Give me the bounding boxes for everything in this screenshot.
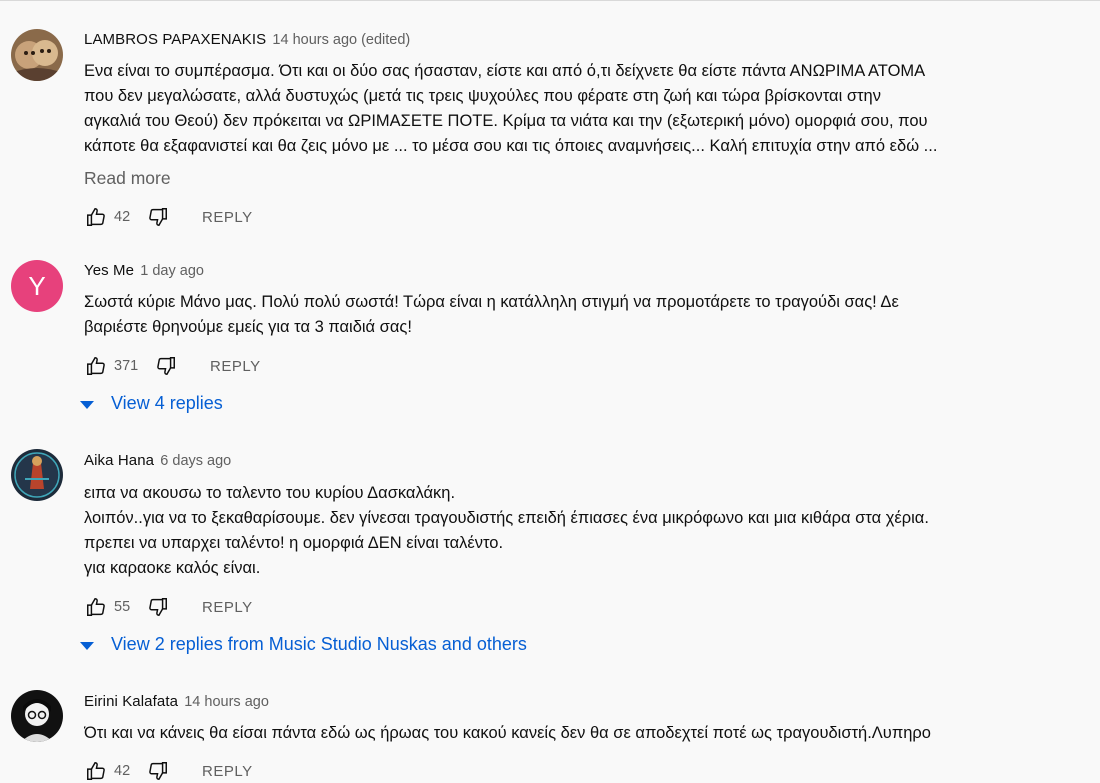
view-replies-button[interactable]: View 2 replies from Music Studio Nuskas … bbox=[80, 634, 527, 655]
like-count: 371 bbox=[114, 358, 139, 374]
comment-text: Ότι και να κάνεις θα είσαι πάντα εδώ ως … bbox=[84, 724, 931, 742]
thumbs-up-icon[interactable] bbox=[84, 205, 108, 229]
avatar[interactable] bbox=[11, 449, 63, 501]
comment-timestamp[interactable]: 1 day ago bbox=[140, 263, 204, 279]
thumbs-up-icon[interactable] bbox=[84, 595, 108, 619]
comment-timestamp[interactable]: 14 hours ago bbox=[184, 694, 269, 710]
avatar-letter: Y bbox=[28, 270, 46, 301]
thumbs-up-icon[interactable] bbox=[84, 354, 108, 378]
avatar[interactable] bbox=[11, 690, 63, 742]
comment-actions: 42 REPLY bbox=[84, 759, 253, 783]
thumbs-down-icon[interactable] bbox=[154, 354, 178, 378]
reply-button[interactable]: REPLY bbox=[202, 599, 253, 616]
thumbs-down-icon[interactable] bbox=[146, 595, 170, 619]
comment-author[interactable]: LAMBROS PAPAXENAKIS bbox=[84, 31, 266, 48]
comment-timestamp[interactable]: 14 hours ago (edited) bbox=[272, 32, 410, 48]
caret-down-icon bbox=[80, 641, 94, 650]
comment-text: ειπα να ακουσω το ταλεντο του κυρίου Δασ… bbox=[84, 484, 929, 577]
thumbs-down-icon[interactable] bbox=[146, 759, 170, 783]
thumbs-up-icon[interactable] bbox=[84, 759, 108, 783]
comment-author[interactable]: Yes Me bbox=[84, 262, 134, 279]
thumbs-down-icon[interactable] bbox=[146, 205, 170, 229]
comment-actions: 371 REPLY bbox=[84, 354, 261, 378]
view-replies-button[interactable]: View 4 replies bbox=[80, 393, 223, 414]
view-replies-label: View 4 replies bbox=[111, 393, 223, 413]
comment-actions: 42 REPLY bbox=[84, 205, 253, 229]
comment-text: Σωστά κύριε Μάνο μας. Πολύ πολύ σωστά! Τ… bbox=[84, 293, 899, 336]
view-replies-label: View 2 replies from Music Studio Nuskas … bbox=[111, 634, 527, 654]
reply-button[interactable]: REPLY bbox=[202, 209, 253, 226]
avatar[interactable] bbox=[11, 29, 63, 81]
reply-button[interactable]: REPLY bbox=[210, 358, 261, 375]
reply-button[interactable]: REPLY bbox=[202, 763, 253, 780]
comment-text: Ενα είναι το συμπέρασμα. Ότι και οι δύο … bbox=[84, 62, 938, 155]
comment-timestamp[interactable]: 6 days ago bbox=[160, 453, 231, 469]
avatar[interactable]: Y bbox=[11, 260, 63, 312]
comment-actions: 55 REPLY bbox=[84, 595, 253, 619]
comment-author[interactable]: Aika Hana bbox=[84, 452, 154, 469]
comment-author[interactable]: Eirini Kalafata bbox=[84, 693, 178, 710]
like-count: 42 bbox=[114, 763, 131, 779]
read-more-button[interactable]: Read more bbox=[84, 168, 171, 189]
caret-down-icon bbox=[80, 400, 94, 409]
like-count: 42 bbox=[114, 209, 131, 225]
like-count: 55 bbox=[114, 599, 131, 615]
